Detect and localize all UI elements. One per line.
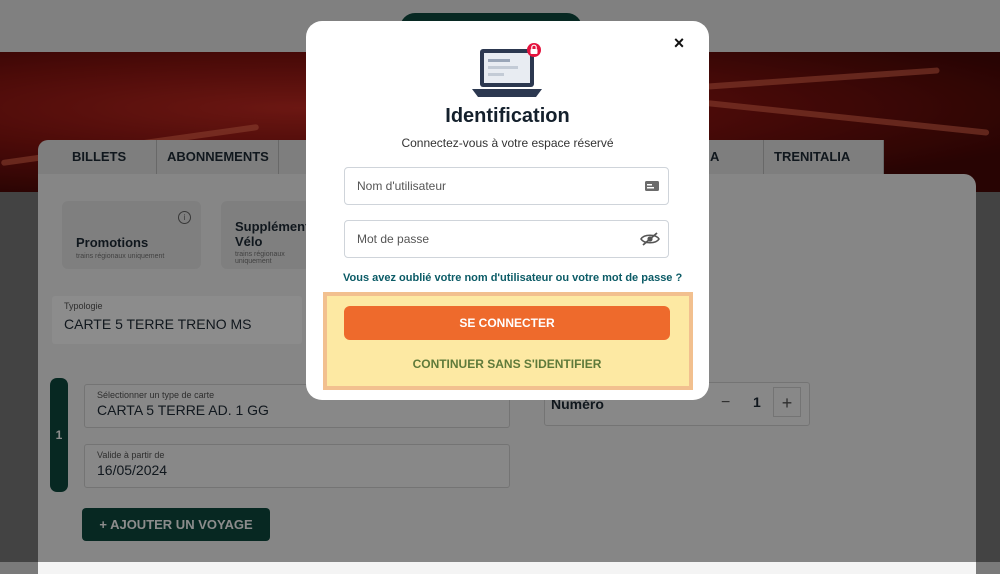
modal-subtitle: Connectez-vous à votre espace réservé (401, 136, 614, 150)
password-input[interactable]: Mot de passe (344, 220, 669, 258)
password-placeholder: Mot de passe (357, 232, 430, 246)
laptop-lock-icon (472, 43, 542, 97)
login-button[interactable]: SE CONNECTER (344, 306, 670, 340)
continue-without-login-button[interactable]: CONTINUER SANS S'IDENTIFIER (344, 352, 670, 376)
username-input[interactable]: Nom d'utilisateur (344, 167, 669, 205)
close-icon[interactable]: × (669, 33, 689, 53)
login-modal: × Identification Connectez-vous à votre … (306, 21, 709, 400)
forgot-credentials-link[interactable]: Vous avez oublié votre nom d'utilisateur… (343, 272, 682, 284)
modal-title: Identification (445, 105, 570, 127)
id-card-icon (645, 181, 659, 191)
eye-off-icon[interactable] (640, 231, 660, 247)
username-placeholder: Nom d'utilisateur (357, 179, 446, 193)
